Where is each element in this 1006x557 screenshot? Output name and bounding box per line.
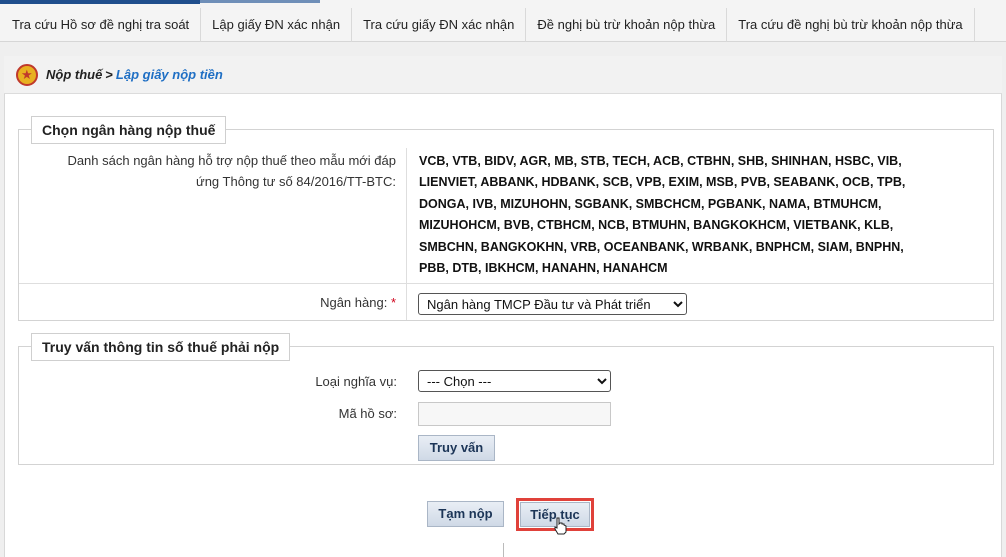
bank-list-line: SMBCHN, BANGKOKHN, VRB, OCEANBANK, WRBAN… <box>419 239 904 254</box>
file-code-label: Mã hồ sơ: <box>338 406 397 421</box>
bank-label-text: Ngân hàng: <box>320 295 388 310</box>
bank-list-label-cell: Danh sách ngân hàng hỗ trợ nộp thuế theo… <box>19 148 407 283</box>
tab-tra-cuu-giay-dn[interactable]: Tra cứu giấy ĐN xác nhận <box>352 8 527 42</box>
breadcrumb-bar: Nộp thuế>Lập giấy nộp tiền <box>4 56 1002 94</box>
tab-tra-cuu-ho-so[interactable]: Tra cứu Hồ sơ đề nghị tra soát <box>4 8 202 42</box>
bank-select[interactable]: Ngân hàng TMCP Đầu tư và Phát triển <box>418 293 687 315</box>
bank-section-legend: Chọn ngân hàng nộp thuế <box>31 116 227 144</box>
breadcrumb: Nộp thuế > Lập giấy nộp tiền <box>46 67 223 82</box>
query-section-legend: Truy vấn thông tin số thuế phải nộp <box>31 333 291 361</box>
bank-list-line: DONGA, IVB, MIZUHOHN, SGBANK, SMBCHCM, P… <box>419 196 882 211</box>
top-tab-bar: Tra cứu Hồ sơ đề nghị tra soát Lập giấy … <box>0 0 1006 42</box>
file-code-input[interactable] <box>418 402 611 426</box>
supported-bank-list: VCB, VTB, BIDV, AGR, MB, STB, TECH, ACB,… <box>419 151 989 279</box>
bottom-divider-tick <box>503 543 504 557</box>
tab-list: Tra cứu Hồ sơ đề nghị tra soát Lập giấy … <box>4 8 975 42</box>
obligation-type-label: Loại nghĩa vụ: <box>315 374 397 389</box>
breadcrumb-parent[interactable]: Nộp thuế <box>46 67 102 82</box>
bank-list-label-line: ứng Thông tư số 84/2016/TT-BTC: <box>196 174 396 189</box>
bank-select-label: Ngân hàng: * <box>96 292 396 313</box>
bank-list-line: LIENVIET, ABBANK, HDBANK, SCB, VPB, EXIM… <box>419 175 906 190</box>
hand-cursor-icon <box>554 517 567 535</box>
national-emblem-icon <box>16 63 38 86</box>
bank-list-line: VCB, VTB, BIDV, AGR, MB, STB, TECH, ACB,… <box>419 154 902 168</box>
bank-select-label-cell: Ngân hàng: * <box>19 284 407 320</box>
query-section: Truy vấn thông tin số thuế phải nộp Loại… <box>18 333 994 465</box>
tab-lap-giay-dn[interactable]: Lập giấy ĐN xác nhận <box>201 8 353 42</box>
bank-list-label-line: Danh sách ngân hàng hỗ trợ nộp thuế theo… <box>67 153 396 168</box>
obligation-type-select[interactable]: --- Chọn --- <box>418 370 611 392</box>
bank-list-line: MIZUHOHCM, BVB, CTBHCM, NCB, BTMUHN, BAN… <box>419 218 894 233</box>
header-accent-stripe <box>0 0 200 4</box>
breadcrumb-separator: > <box>105 67 113 82</box>
bank-section: Chọn ngân hàng nộp thuế Danh sách ngân h… <box>18 116 994 321</box>
required-mark: * <box>390 295 396 310</box>
bank-list-label: Danh sách ngân hàng hỗ trợ nộp thuế theo… <box>26 150 396 192</box>
query-button[interactable]: Truy vấn <box>418 435 495 461</box>
bank-list-line: PBB, DTB, IBKHCM, HANAHN, HANAHCM <box>419 261 668 276</box>
breadcrumb-current[interactable]: Lập giấy nộp tiền <box>116 67 223 82</box>
main-panel: Chọn ngân hàng nộp thuế Danh sách ngân h… <box>4 94 1002 557</box>
tab-de-nghi-bu-tru[interactable]: Đề nghị bù trừ khoản nộp thừa <box>526 8 728 42</box>
tab-tra-cuu-de-nghi-bu-tru[interactable]: Tra cứu đề nghị bù trừ khoản nộp thừa <box>727 8 975 42</box>
header-accent-stripe-secondary <box>200 0 320 3</box>
temp-submit-button[interactable]: Tạm nộp <box>427 501 504 527</box>
